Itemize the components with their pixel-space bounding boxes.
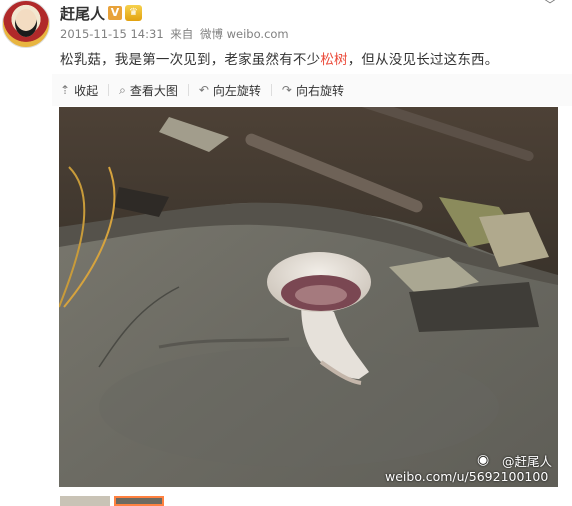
mushroom-photo — [59, 107, 558, 487]
toolbar-divider — [187, 84, 189, 96]
rotate-right-label: 向右旋转 — [295, 83, 344, 98]
search-icon: ⌕ — [119, 82, 126, 97]
from-label: 来自 — [170, 27, 194, 41]
keyword-link[interactable]: 松树 — [320, 52, 347, 68]
post-meta: 2015-11-15 14:31 来自 微博 weibo.com — [60, 26, 292, 42]
vip-badge-icon[interactable]: ♛ — [125, 5, 142, 21]
avatar[interactable] — [2, 0, 50, 48]
thumbnail-2-selected[interactable] — [114, 496, 164, 506]
toolbar-divider — [270, 84, 272, 96]
post-text: 松乳菇，我是第一次见到，老家虽然有不少松树，但从没见长过这东西。 — [60, 48, 498, 68]
toolbar-divider — [108, 84, 110, 96]
rotate-right-icon: ↷ — [281, 83, 292, 97]
chevron-down-icon[interactable]: ﹀ — [544, 0, 558, 11]
username-link[interactable]: 赶尾人 — [60, 3, 105, 24]
rotate-left-label: 向左旋转 — [212, 83, 261, 98]
arrow-up-icon: ⇡ — [60, 83, 71, 97]
post-date-link[interactable]: 2015-11-15 14:31 — [60, 27, 164, 41]
view-large-button[interactable]: ⌕ 查看大图 — [119, 82, 178, 99]
post-text-before: 松乳菇，我是第一次见到，老家虽然有不少 — [60, 52, 321, 68]
collapse-button[interactable]: ⇡ 收起 — [60, 82, 98, 99]
collapse-label: 收起 — [74, 83, 99, 98]
post-text-after: ，但从没见长过这东西。 — [347, 52, 499, 68]
verified-badge-icon[interactable]: V — [108, 6, 122, 20]
thumbnail-1[interactable] — [60, 496, 110, 506]
watermark-url: weibo.com/u/5692100100 — [385, 469, 549, 484]
rotate-left-icon: ↶ — [198, 83, 209, 97]
post-image[interactable] — [59, 107, 558, 487]
avatar-face — [15, 9, 37, 37]
source-link[interactable]: 微博 weibo.com — [200, 27, 289, 41]
watermark-username: @赶尾人 — [502, 454, 553, 469]
view-large-label: 查看大图 — [129, 83, 178, 98]
rotate-right-button[interactable]: ↷ 向右旋转 — [282, 82, 344, 99]
rotate-left-button[interactable]: ↶ 向左旋转 — [199, 82, 261, 99]
image-toolbar: ⇡ 收起 ⌕ 查看大图 ↶ 向左旋转 ↷ 向右旋转 — [52, 74, 572, 106]
weibo-logo-icon: ◉ — [477, 452, 490, 468]
